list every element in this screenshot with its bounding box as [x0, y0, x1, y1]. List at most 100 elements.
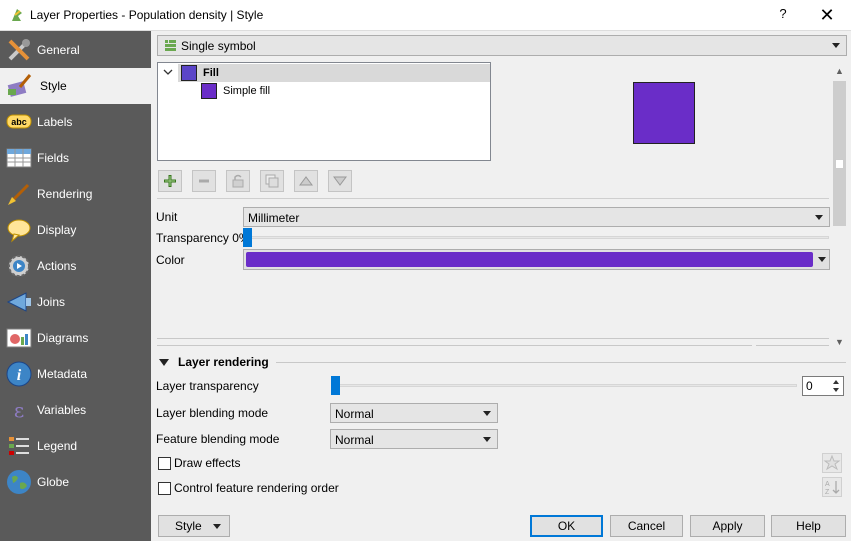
- sidebar-item-diagrams[interactable]: Diagrams: [0, 320, 151, 356]
- add-layer-button[interactable]: [158, 170, 182, 192]
- draw-effects-checkbox[interactable]: [158, 457, 171, 470]
- table-fields-icon: [6, 148, 32, 168]
- single-symbol-icon: [165, 40, 176, 51]
- sidebar-item-globe[interactable]: Globe: [0, 464, 151, 500]
- feature-blending-value: Normal: [335, 433, 374, 447]
- color-button[interactable]: [243, 249, 830, 270]
- apply-button[interactable]: Apply: [690, 515, 765, 537]
- chevron-down-icon[interactable]: [163, 67, 173, 77]
- move-down-icon: [333, 176, 347, 186]
- spinbox-value[interactable]: 0: [806, 379, 813, 393]
- sidebar-item-fields[interactable]: Fields: [0, 140, 151, 176]
- style-menu-button[interactable]: Style: [158, 515, 230, 537]
- move-up-button[interactable]: [294, 170, 318, 192]
- rendering-order-button[interactable]: A Z: [822, 477, 842, 497]
- sidebar-item-variables[interactable]: ε Variables: [0, 392, 151, 428]
- tree-item-fill[interactable]: Fill: [203, 67, 219, 79]
- sidebar-item-label: Globe: [37, 475, 70, 489]
- window-title: Layer Properties - Population density | …: [30, 8, 264, 22]
- sidebar-item-label: Rendering: [37, 187, 93, 201]
- gear-play-icon: [8, 255, 30, 277]
- sidebar-item-label: Variables: [37, 403, 87, 417]
- diagram-icon: [6, 328, 32, 348]
- sidebar-item-labels[interactable]: abc Labels: [0, 104, 151, 140]
- renderer-select-value: Single symbol: [181, 39, 256, 53]
- sidebar-item-joins[interactable]: Joins: [0, 284, 151, 320]
- info-icon: i: [6, 361, 32, 387]
- sidebar-item-actions[interactable]: Actions: [0, 248, 151, 284]
- sidebar-item-style[interactable]: Style: [0, 68, 151, 104]
- close-button[interactable]: ✕: [815, 4, 839, 26]
- svg-text:abc: abc: [11, 117, 27, 127]
- remove-layer-button[interactable]: [192, 170, 216, 192]
- speech-bubble-icon: [7, 219, 31, 243]
- add-layer-icon: [164, 175, 176, 187]
- feature-blending-select[interactable]: Normal: [330, 429, 498, 449]
- chevron-down-icon: [832, 43, 840, 48]
- draw-effects-label[interactable]: Draw effects: [174, 456, 240, 470]
- wrench-screwdriver-icon: [8, 39, 30, 61]
- divider: [157, 198, 829, 199]
- layer-blending-select[interactable]: Normal: [330, 403, 498, 423]
- unit-select[interactable]: Millimeter: [243, 207, 830, 227]
- transparency-slider-track[interactable]: [244, 236, 829, 239]
- scroll-thumb[interactable]: [833, 81, 846, 226]
- chevron-down-icon: [483, 411, 491, 416]
- sidebar-item-metadata[interactable]: i Metadata: [0, 356, 151, 392]
- lock-icon: [232, 174, 244, 188]
- spin-up-icon[interactable]: [830, 378, 842, 386]
- layer-transparency-slider-handle[interactable]: [331, 376, 340, 395]
- lock-layer-button[interactable]: [226, 170, 250, 192]
- color-swatch: [246, 252, 813, 267]
- brush-icon: [8, 183, 30, 205]
- sort-az-icon: A Z: [825, 481, 840, 496]
- layer-transparency-slider-track[interactable]: [332, 384, 797, 387]
- scroll-up-icon[interactable]: ▲: [835, 66, 844, 76]
- unit-label: Unit: [156, 210, 178, 224]
- paint-brush-icon: [7, 74, 32, 97]
- cancel-button[interactable]: Cancel: [610, 515, 683, 537]
- sidebar-item-label: Joins: [37, 295, 66, 309]
- sidebar-item-display[interactable]: Display: [0, 212, 151, 248]
- spin-down-icon[interactable]: [830, 386, 842, 394]
- qgis-logo-icon: [12, 9, 22, 21]
- join-arrow-icon: [6, 292, 31, 312]
- svg-text:A: A: [825, 481, 830, 488]
- scroll-down-icon[interactable]: ▼: [835, 337, 844, 347]
- divider: [276, 362, 846, 363]
- duplicate-layer-button[interactable]: [260, 170, 284, 192]
- sidebar-item-rendering[interactable]: Rendering: [0, 176, 151, 212]
- layer-transparency-spinbox[interactable]: 0: [802, 376, 844, 396]
- sidebar-item-legend[interactable]: Legend: [0, 428, 151, 464]
- remove-layer-icon: [199, 179, 209, 183]
- style-panel: Single symbol Fill Simple fill ▲ ▼ Unit …: [151, 31, 851, 541]
- svg-text:ε: ε: [14, 398, 24, 422]
- sidebar-item-label: Actions: [37, 259, 77, 273]
- chevron-down-icon: [483, 437, 491, 442]
- help-title-button[interactable]: ?: [775, 6, 791, 24]
- svg-text:i: i: [17, 367, 22, 384]
- renderer-select[interactable]: Single symbol: [157, 35, 847, 56]
- control-rendering-order-checkbox[interactable]: [158, 482, 171, 495]
- collapse-triangle-icon[interactable]: [159, 359, 169, 366]
- epsilon-icon: ε: [14, 398, 24, 422]
- move-down-button[interactable]: [328, 170, 352, 192]
- transparency-slider-handle[interactable]: [243, 228, 252, 247]
- fill-swatch: [181, 65, 197, 81]
- ok-button[interactable]: OK: [530, 515, 603, 537]
- effects-button[interactable]: [822, 453, 842, 473]
- symbol-scrollbar[interactable]: ▲ ▼: [832, 64, 847, 347]
- svg-text:Z: Z: [825, 489, 830, 496]
- color-label: Color: [156, 253, 185, 267]
- sidebar-item-general[interactable]: General: [0, 32, 151, 68]
- chevron-down-icon: [213, 524, 221, 529]
- tree-item-simple-fill[interactable]: Simple fill: [223, 85, 270, 97]
- simple-fill-swatch: [201, 83, 217, 99]
- symbol-layer-tree[interactable]: Fill Simple fill: [157, 62, 491, 161]
- duplicate-icon: [265, 174, 279, 188]
- unit-select-value: Millimeter: [248, 211, 300, 225]
- globe-icon: [7, 470, 31, 494]
- help-button[interactable]: Help: [771, 515, 846, 537]
- divider: [756, 345, 829, 346]
- control-rendering-order-label[interactable]: Control feature rendering order: [174, 481, 339, 495]
